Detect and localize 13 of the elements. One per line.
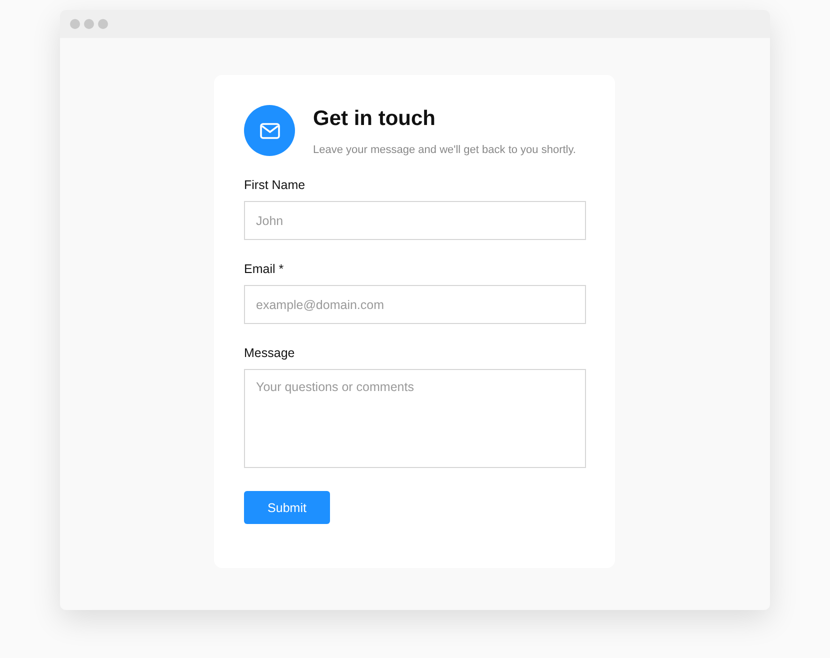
form-title: Get in touch xyxy=(313,107,436,131)
field-label: First Name xyxy=(244,178,306,192)
window-dot xyxy=(84,19,94,29)
window-dot xyxy=(98,19,108,29)
submit-button[interactable]: Submit xyxy=(244,491,330,524)
mail-icon xyxy=(244,105,295,156)
field-label: Message xyxy=(244,346,296,360)
window-dot xyxy=(70,19,80,29)
form-subtitle: Leave your message and we'll get back to you shortly. xyxy=(313,144,576,156)
field-label: Email * xyxy=(244,262,285,276)
input-field[interactable]: John xyxy=(244,201,586,240)
input-field[interactable]: example@domain.com xyxy=(244,285,586,324)
message-field[interactable]: Your questions or comments xyxy=(244,369,586,468)
